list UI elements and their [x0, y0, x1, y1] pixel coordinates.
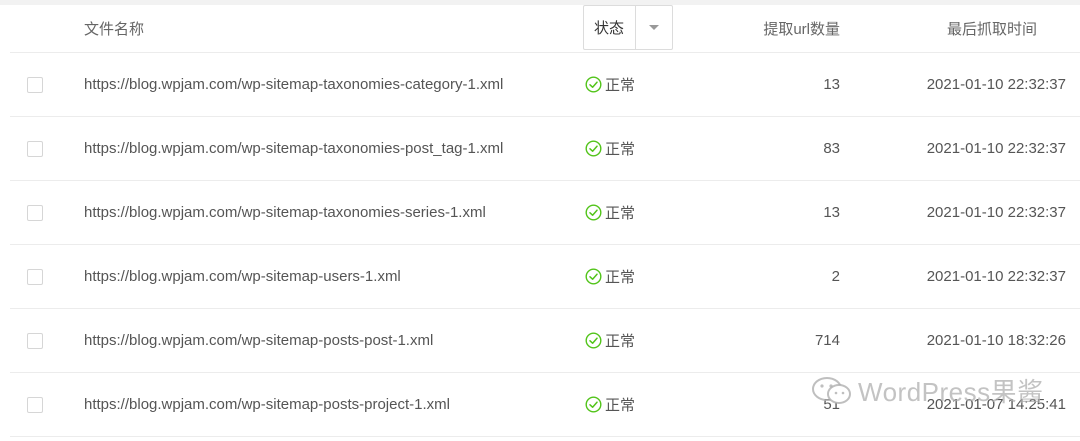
- row-select-checkbox[interactable]: [27, 117, 43, 180]
- sitemap-url: https://blog.wpjam.com/wp-sitemap-taxono…: [84, 204, 486, 221]
- last-crawl-time: 2021-01-10 18:32:26: [926, 332, 1066, 349]
- status-cell: 正常: [585, 117, 635, 180]
- status-cell: 正常: [585, 53, 635, 116]
- header-last-crawl-time: 最后抓取时间: [946, 21, 1037, 38]
- checkbox[interactable]: [27, 76, 43, 93]
- sitemap-url: https://blog.wpjam.com/wp-sitemap-users-…: [84, 268, 401, 285]
- checkbox[interactable]: [27, 268, 43, 285]
- watermark-text: WordPress果酱: [858, 377, 1044, 407]
- table-row: https://blog.wpjam.com/wp-sitemap-taxono…: [10, 53, 1080, 117]
- checkbox[interactable]: [27, 204, 43, 221]
- caret-down-icon: [649, 25, 659, 30]
- status-text: 正常: [605, 77, 636, 94]
- last-crawl-time: 2021-01-10 22:32:37: [926, 268, 1066, 285]
- status-cell: 正常: [585, 309, 635, 372]
- table-row: https://blog.wpjam.com/wp-sitemap-taxono…: [10, 181, 1080, 245]
- sitemap-url: https://blog.wpjam.com/wp-sitemap-posts-…: [84, 396, 450, 413]
- status-filter-dropdown[interactable]: 状态: [583, 5, 673, 50]
- check-circle-icon: [585, 396, 602, 413]
- table-header: 文件名称 状态 提取url数量 最后抓取时间: [10, 5, 1080, 53]
- checkbox[interactable]: [27, 140, 43, 157]
- url-count: 13: [823, 204, 840, 221]
- checkbox[interactable]: [27, 396, 43, 413]
- header-url-count: 提取url数量: [763, 21, 840, 38]
- last-crawl-time: 2021-01-10 22:32:37: [926, 140, 1066, 157]
- sitemap-url: https://blog.wpjam.com/wp-sitemap-posts-…: [84, 332, 434, 349]
- watermark: WordPress果酱: [810, 372, 1044, 409]
- row-select-checkbox[interactable]: [27, 245, 43, 308]
- url-count: 13: [823, 76, 840, 93]
- checkbox[interactable]: [27, 332, 43, 349]
- header-status: 状态: [594, 20, 625, 37]
- status-cell: 正常: [585, 373, 635, 436]
- url-count: 714: [814, 332, 840, 349]
- header-file-name: 文件名称: [84, 21, 145, 38]
- wechat-icon: [812, 376, 851, 404]
- check-circle-icon: [585, 76, 602, 93]
- table-row: https://blog.wpjam.com/wp-sitemap-users-…: [10, 245, 1080, 309]
- table-row: https://blog.wpjam.com/wp-sitemap-taxono…: [10, 117, 1080, 181]
- check-circle-icon: [585, 204, 602, 221]
- sitemap-url: https://blog.wpjam.com/wp-sitemap-taxono…: [84, 140, 504, 157]
- filter-toggle[interactable]: [636, 25, 672, 30]
- last-crawl-time: 2021-01-10 22:32:37: [926, 204, 1066, 221]
- status-text: 正常: [605, 397, 636, 414]
- table-row: https://blog.wpjam.com/wp-sitemap-posts-…: [10, 309, 1080, 373]
- row-select-checkbox[interactable]: [27, 373, 43, 436]
- row-select-checkbox[interactable]: [27, 53, 43, 116]
- status-text: 正常: [605, 205, 636, 222]
- sitemap-url: https://blog.wpjam.com/wp-sitemap-taxono…: [84, 76, 504, 93]
- check-circle-icon: [585, 268, 602, 285]
- status-cell: 正常: [585, 245, 635, 308]
- check-circle-icon: [585, 332, 602, 349]
- status-cell: 正常: [585, 181, 635, 244]
- status-text: 正常: [605, 269, 636, 286]
- last-crawl-time: 2021-01-10 22:32:37: [926, 76, 1066, 93]
- status-text: 正常: [605, 141, 636, 158]
- url-count: 2: [831, 268, 840, 285]
- check-circle-icon: [585, 140, 602, 157]
- status-text: 正常: [605, 333, 636, 350]
- url-count: 83: [823, 140, 840, 157]
- row-select-checkbox[interactable]: [27, 309, 43, 372]
- row-select-checkbox[interactable]: [27, 181, 43, 244]
